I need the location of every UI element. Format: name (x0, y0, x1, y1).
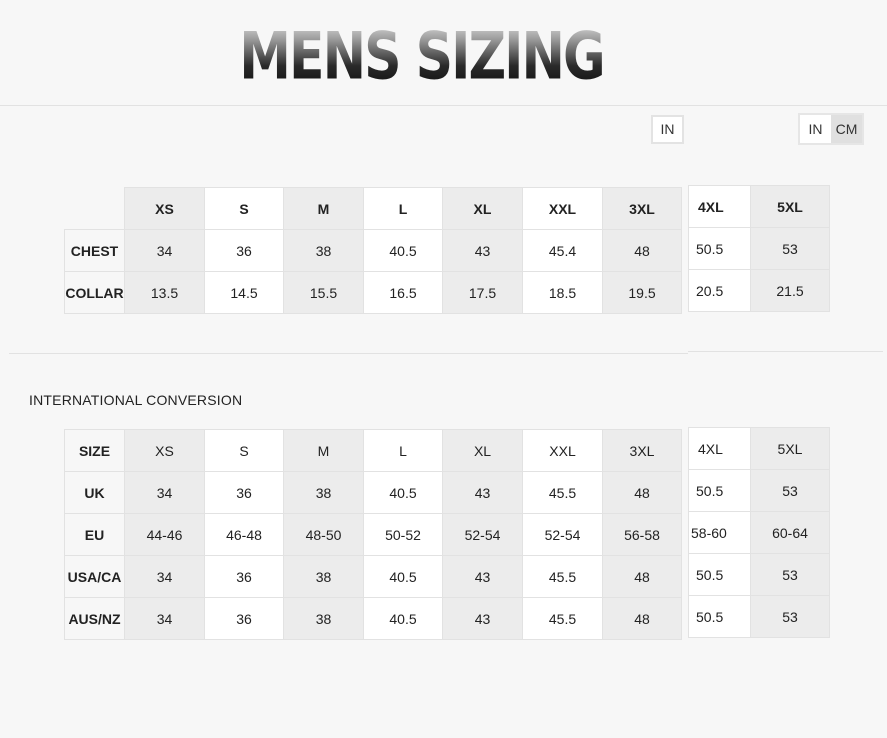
size-header: L (363, 429, 443, 472)
table-cell: 21.5 (750, 269, 830, 312)
size-header: 5XL (750, 185, 830, 228)
table-cell: 38 (283, 597, 364, 640)
table-cell: 36 (204, 471, 284, 514)
measurements-table-extra: 4XL 5XL 50.5 53 20.5 21.5 (688, 185, 830, 312)
table-cell: 40.5 (363, 229, 443, 272)
table-cell: 15.5 (283, 271, 364, 314)
corner-cell (65, 188, 125, 230)
unit-in-button[interactable]: IN (800, 115, 831, 143)
table-cell: 44-46 (124, 513, 205, 556)
table-cell: 50.5 (688, 469, 751, 512)
table-cell: 53 (750, 227, 830, 270)
table-cell: 46-48 (204, 513, 284, 556)
table-cell: 38 (283, 229, 364, 272)
row-label-aus-nz: AUS/NZ (64, 597, 125, 640)
size-header: 3XL (602, 187, 682, 230)
measurements-table: XS S M L XL XXL 3XL CHEST 34 36 38 40.5 … (64, 187, 682, 314)
table-cell: 50.5 (688, 553, 751, 596)
unit-cm-button[interactable]: CM (831, 115, 862, 143)
size-header: XXL (522, 187, 603, 230)
table-cell: 48 (602, 471, 682, 514)
table-cell: 16.5 (363, 271, 443, 314)
conversion-table: SIZE XS S M L XL XXL 3XL UK 34 36 38 40.… (64, 429, 682, 640)
table-cell: 19.5 (602, 271, 682, 314)
table-cell: 40.5 (363, 471, 443, 514)
unit-toggle[interactable]: IN CM (798, 113, 864, 145)
table-cell: 40.5 (363, 597, 443, 640)
table-cell: 40.5 (363, 555, 443, 598)
table-cell: 18.5 (522, 271, 603, 314)
table-cell: 45.5 (522, 597, 603, 640)
size-header: M (283, 187, 364, 230)
table-cell: 36 (204, 555, 284, 598)
size-header: 4XL (688, 185, 751, 228)
table-cell: 48-50 (283, 513, 364, 556)
row-label-eu: EU (64, 513, 125, 556)
section-divider (688, 351, 883, 352)
size-header: XS (124, 429, 205, 472)
row-label-uk: UK (64, 471, 125, 514)
table-cell: 34 (124, 471, 205, 514)
table-cell: 52-54 (522, 513, 603, 556)
section-title-international-conversion: INTERNATIONAL CONVERSION (29, 392, 243, 408)
table-cell: 43 (442, 229, 523, 272)
size-column-header: SIZE (64, 429, 125, 472)
table-cell: 52-54 (442, 513, 523, 556)
table-cell: 48 (602, 229, 682, 272)
table-cell: 56-58 (602, 513, 682, 556)
size-header: XL (442, 429, 523, 472)
row-label-usa-ca: USA/CA (64, 555, 125, 598)
size-header: 5XL (750, 427, 830, 470)
row-label-collar: COLLAR (64, 271, 125, 314)
section-divider (9, 353, 688, 354)
size-header: 4XL (688, 427, 751, 470)
table-cell: 45.5 (522, 471, 603, 514)
table-cell: 43 (442, 597, 523, 640)
page-title: MENS SIZING (0, 13, 843, 101)
table-cell: 34 (124, 555, 205, 598)
size-header: L (363, 187, 443, 230)
table-cell: 13.5 (124, 271, 205, 314)
row-label-chest: CHEST (64, 229, 125, 272)
top-divider (0, 105, 887, 106)
table-cell: 45.4 (522, 229, 603, 272)
table-cell: 50-52 (363, 513, 443, 556)
table-cell: 43 (442, 555, 523, 598)
table-cell: 34 (124, 229, 205, 272)
table-cell: 50.5 (688, 227, 751, 270)
size-header: XL (442, 187, 523, 230)
table-cell: 58-60 (688, 511, 751, 554)
size-header: M (283, 429, 364, 472)
table-cell: 17.5 (442, 271, 523, 314)
table-cell: 48 (602, 597, 682, 640)
table-cell: 36 (204, 229, 284, 272)
size-header: XS (124, 187, 205, 230)
table-cell: 53 (750, 469, 830, 512)
size-header: 3XL (602, 429, 682, 472)
table-cell: 53 (750, 553, 830, 596)
table-cell: 20.5 (688, 269, 751, 312)
size-header: S (204, 429, 284, 472)
table-cell: 34 (124, 597, 205, 640)
table-cell: 50.5 (688, 595, 751, 638)
table-cell: 38 (283, 555, 364, 598)
table-cell: 43 (442, 471, 523, 514)
table-cell: 48 (602, 555, 682, 598)
table-cell: 60-64 (750, 511, 830, 554)
conversion-table-extra: 4XL 5XL 50.5 53 58-60 60-64 50.5 53 50.5… (688, 427, 830, 638)
table-cell: 36 (204, 597, 284, 640)
table-cell: 14.5 (204, 271, 284, 314)
table-cell: 45.5 (522, 555, 603, 598)
size-header: S (204, 187, 284, 230)
table-cell: 53 (750, 595, 830, 638)
size-header: XXL (522, 429, 603, 472)
unit-toggle-in-button[interactable]: IN (651, 115, 684, 144)
table-cell: 38 (283, 471, 364, 514)
